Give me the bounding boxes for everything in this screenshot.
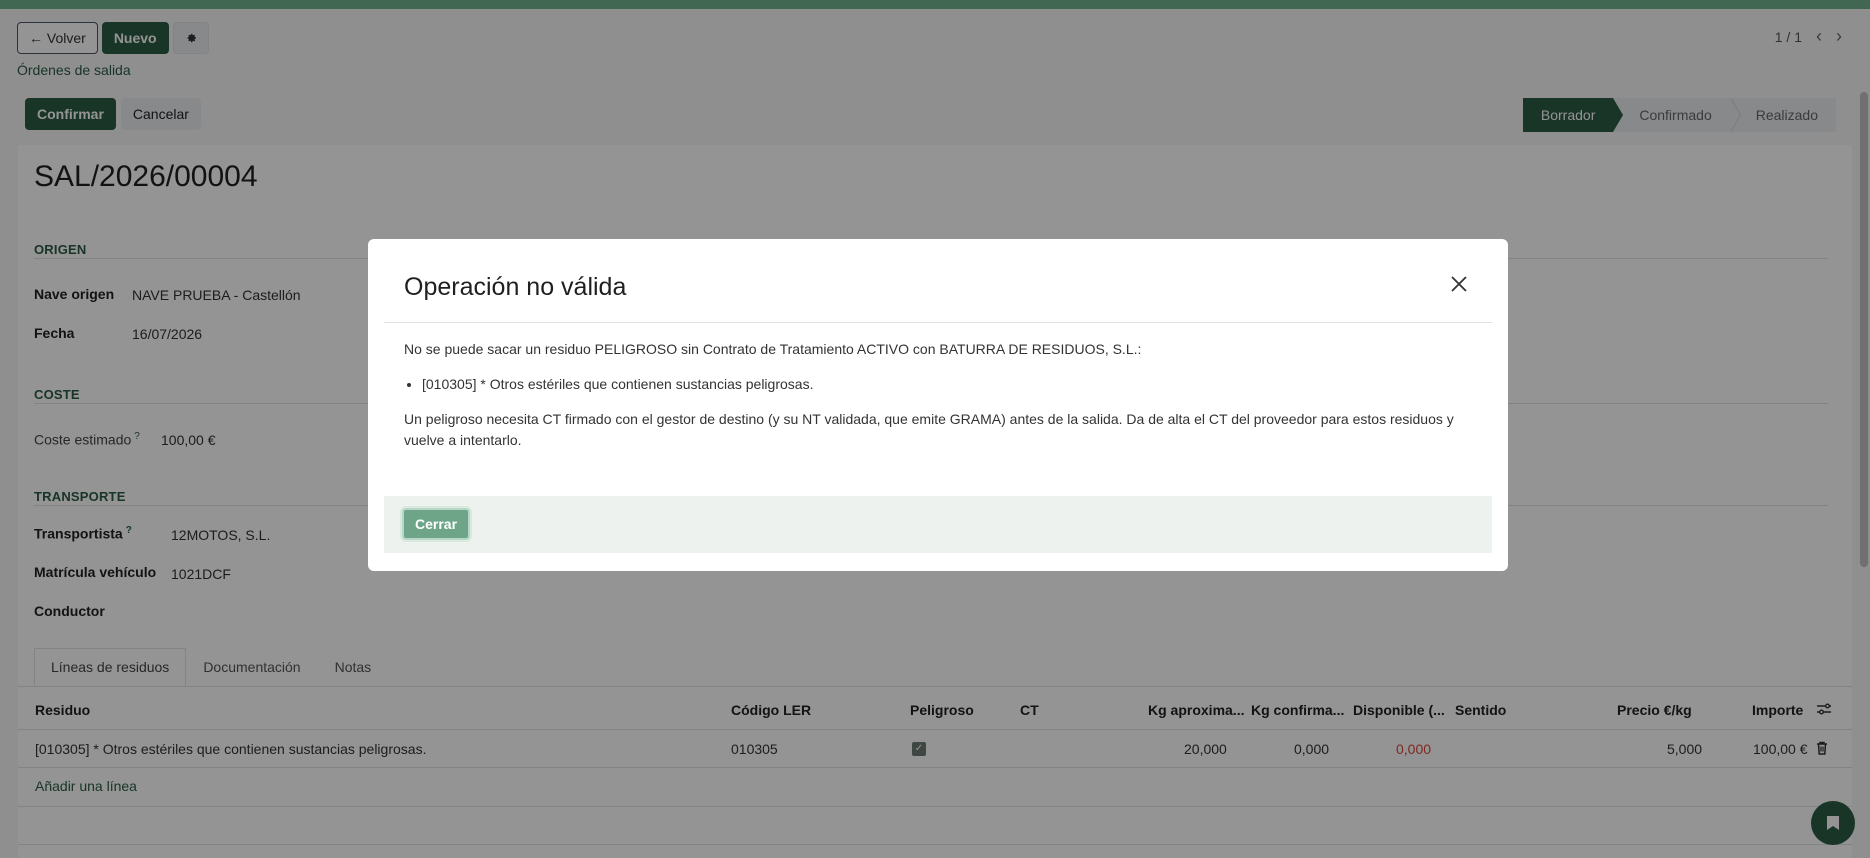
dialog-divider (384, 322, 1492, 323)
dialog-message-intro: No se puede sacar un residuo PELIGROSO s… (404, 341, 1142, 357)
close-icon[interactable] (1448, 275, 1470, 297)
dialog-body: No se puede sacar un residuo PELIGROSO s… (404, 339, 1474, 465)
dialog-footer: Cerrar (384, 496, 1492, 553)
dialog-title: Operación no válida (404, 273, 627, 301)
error-dialog: Operación no válida No se puede sacar un… (368, 239, 1508, 571)
close-button[interactable]: Cerrar (402, 508, 471, 540)
dialog-item: [010305] * Otros estériles que contienen… (422, 374, 1474, 395)
dialog-item-list: [010305] * Otros estériles que contienen… (422, 374, 1474, 395)
dialog-message-outro: Un peligroso necesita CT firmado con el … (404, 411, 1454, 448)
